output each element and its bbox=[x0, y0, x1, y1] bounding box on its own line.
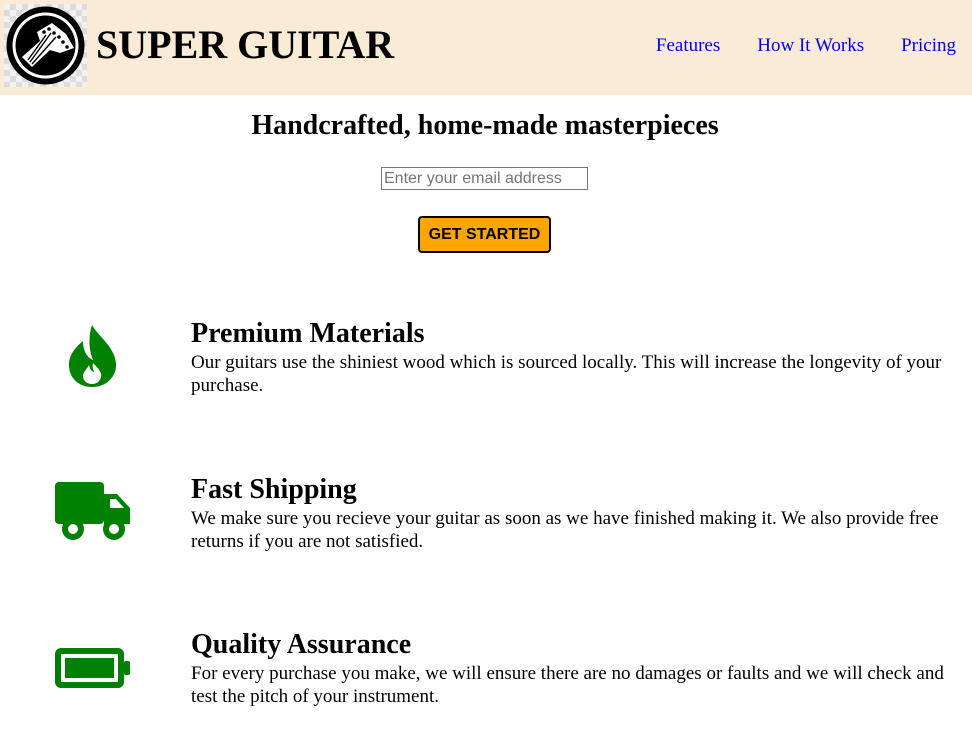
nav-link-pricing[interactable]: Pricing bbox=[901, 34, 956, 58]
brand-title: SUPER GUITAR bbox=[96, 22, 395, 67]
fire-icon bbox=[67, 325, 117, 392]
site-header: SUPER GUITAR Features How It Works Prici… bbox=[0, 0, 972, 95]
hero-title: Handcrafted, home-made masterpieces bbox=[251, 110, 719, 141]
feature-text: We make sure you recieve your guitar as … bbox=[191, 508, 939, 552]
main-nav: Features How It Works Pricing bbox=[656, 34, 956, 58]
truck-icon bbox=[55, 482, 131, 547]
feature-text: For every purchase you make, we will ens… bbox=[191, 663, 944, 707]
nav-link-features[interactable]: Features bbox=[656, 34, 720, 58]
nav-link-how-it-works[interactable]: How It Works bbox=[757, 34, 864, 58]
feature-title: Quality Assurance bbox=[191, 629, 412, 660]
guitar-logo-icon[interactable] bbox=[4, 4, 87, 87]
feature-text: Our guitars use the shiniest wood which … bbox=[191, 352, 942, 396]
battery-full-icon bbox=[55, 648, 131, 693]
email-input[interactable] bbox=[381, 167, 588, 190]
get-started-button[interactable]: GET STARTED bbox=[418, 216, 551, 253]
feature-title: Premium Materials bbox=[191, 318, 425, 349]
feature-title: Fast Shipping bbox=[191, 474, 357, 505]
